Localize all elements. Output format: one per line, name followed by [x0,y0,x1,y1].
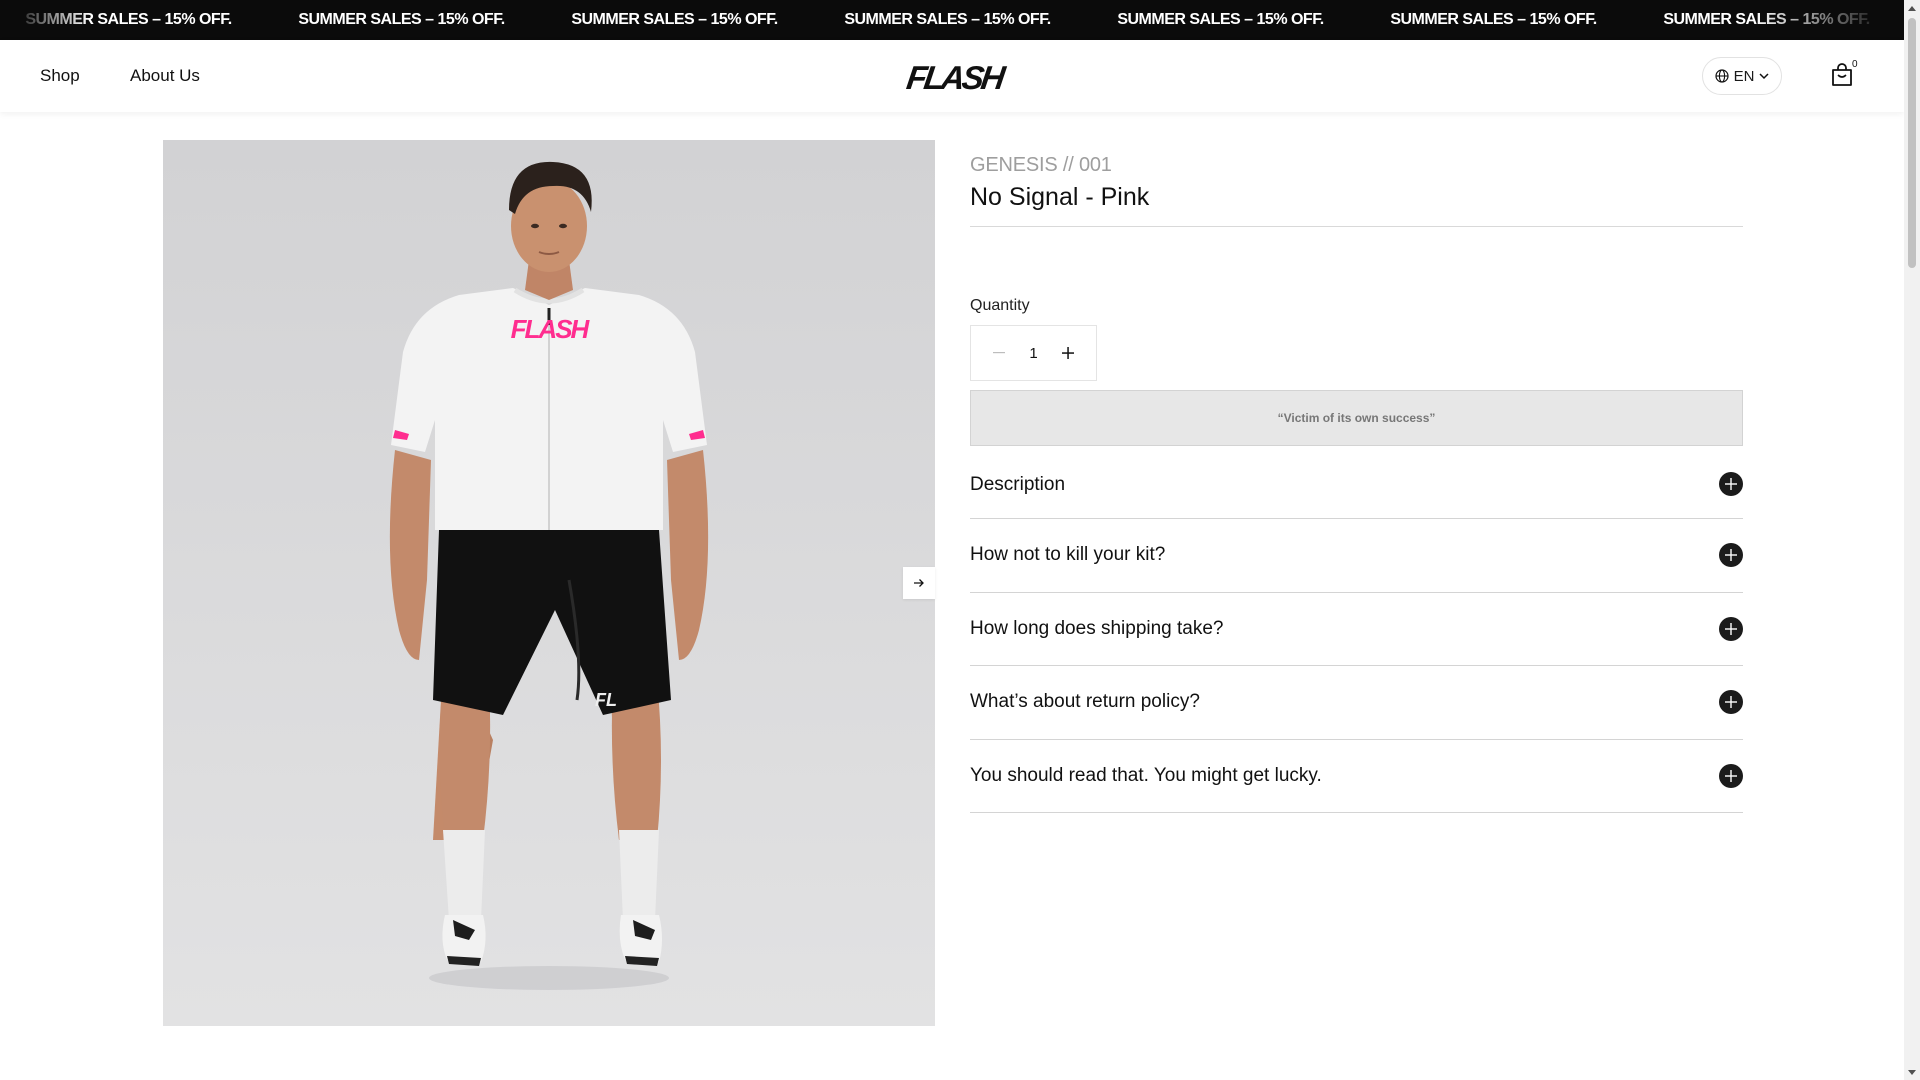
accordion-care[interactable]: How not to kill your kit? [970,519,1743,593]
plus-circle-icon [1719,472,1743,496]
gallery-next-button[interactable] [903,567,935,599]
accordion-label: How long does shipping take? [970,617,1224,639]
marquee-fade-right [1754,0,1904,40]
marquee-fade-left [0,0,90,40]
plus-circle-icon [1719,616,1743,641]
announcement-text: SUMMER SALES – 15% OFF. [1390,11,1597,28]
language-selector[interactable]: EN [1702,57,1782,95]
plus-circle-icon [1719,543,1743,568]
globe-icon [1714,69,1729,83]
chevron-down-icon [1759,72,1769,79]
plus-circle-icon [1719,763,1743,788]
announcement-text: SUMMER SALES – 15% OFF. [1117,11,1324,28]
accordion-description[interactable]: Description [970,464,1743,519]
jersey-logo: FLASH [511,314,591,344]
accordion-shipping[interactable]: How long does shipping take? [970,593,1743,666]
scrollbar-thumb[interactable] [1908,18,1916,268]
brand-logo[interactable]: FLASH [898,60,1008,97]
accordion-label: What’s about return policy? [970,691,1200,713]
product-info: GENESIS // 001 No Signal - Pink Quantity… [970,140,1743,813]
model-photo-illustration: FL FLASH [163,140,935,1026]
quantity-input[interactable] [1013,344,1054,362]
title-divider [970,226,1743,227]
svg-text:FL: FL [595,690,617,710]
scroll-down-arrow-icon[interactable] [1904,1064,1920,1080]
quantity-decrease-button[interactable] [991,345,1007,361]
site-header: Shop About Us FLASH EN 0 [0,40,1904,112]
announcement-track: SUMMER SALES – 15% OFF. SUMMER SALES – 1… [0,0,1903,40]
nav-shop-link[interactable]: Shop [40,40,80,112]
product-title: No Signal - Pink [970,183,1150,211]
logo-wordmark: FLASH [904,60,1008,94]
accordion-label: How not to kill your kit? [970,544,1166,566]
product-collection: GENESIS // 001 [970,154,1112,176]
plus-icon [1062,347,1074,359]
scroll-up-arrow-icon[interactable] [1904,0,1920,16]
accordion-label: Description [970,474,1066,495]
nav-about-link[interactable]: About Us [130,40,200,112]
product-image[interactable]: FL FLASH [163,140,935,1026]
arrow-right-icon [914,579,924,587]
quantity-stepper [970,325,1097,381]
quantity-increase-button[interactable] [1060,345,1076,361]
announcement-text: SUMMER SALES – 15% OFF. [571,11,778,28]
plus-circle-icon [1719,690,1743,715]
accordion-lucky[interactable]: You should read that. You might get luck… [970,740,1743,813]
shopping-bag-icon [1832,63,1852,86]
announcement-text: SUMMER SALES – 15% OFF. [844,11,1051,28]
sold-out-button[interactable]: “Victim of its own success” [970,390,1743,446]
page-scrollbar[interactable] [1904,0,1920,1080]
product-accordion: Description How not to kill your kit? Ho… [970,464,1743,813]
minus-icon [993,352,1005,354]
accordion-label: You should read that. You might get luck… [970,764,1322,786]
announcement-text: SUMMER SALES – 15% OFF. [298,11,505,28]
announcement-bar: SUMMER SALES – 15% OFF. SUMMER SALES – 1… [0,0,1904,40]
accordion-returns[interactable]: What’s about return policy? [970,666,1743,740]
cart-count-badge: 0 [1852,59,1858,70]
language-code: EN [1733,67,1755,85]
flash-logo-mark: FLASH [904,60,1008,97]
quantity-label: Quantity [970,297,1030,314]
